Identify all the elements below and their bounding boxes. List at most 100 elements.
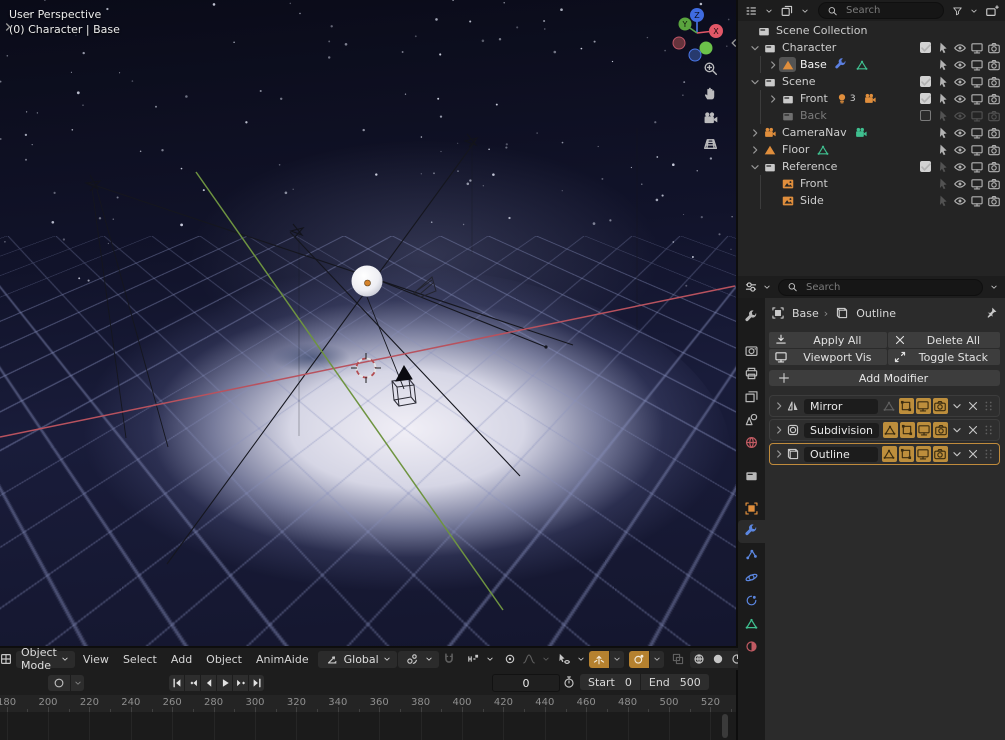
new-collection-icon[interactable] <box>983 2 1001 19</box>
gizmo-neg-y-axis[interactable] <box>700 42 713 55</box>
toggle-monitor[interactable] <box>968 109 985 123</box>
toggle-monitor[interactable] <box>968 160 985 174</box>
toggle-eye[interactable] <box>951 75 968 89</box>
modifier-delete-button[interactable] <box>966 399 980 413</box>
outliner-search[interactable] <box>818 2 944 19</box>
toggle-eye[interactable] <box>951 160 968 174</box>
toggle-select[interactable] <box>934 75 951 89</box>
modifier-name-field[interactable]: Subdivision <box>804 423 879 438</box>
outliner-row-character[interactable]: Character <box>738 39 1005 56</box>
jump-start-button[interactable] <box>169 675 184 691</box>
expander-open[interactable] <box>748 160 761 174</box>
sphere-object[interactable] <box>352 266 383 297</box>
outliner-row-floor[interactable]: Floor <box>738 141 1005 158</box>
nav-camera-view-button[interactable] <box>702 110 719 127</box>
toggle-camera[interactable] <box>985 58 1002 72</box>
toggle-render[interactable] <box>933 446 948 462</box>
toggle-camera[interactable] <box>985 143 1002 157</box>
outliner-row-side[interactable]: Side <box>738 192 1005 209</box>
modifier-delete-button[interactable] <box>966 447 980 461</box>
drag-handle-icon[interactable] <box>982 399 996 413</box>
properties-tab-particles[interactable] <box>738 543 765 566</box>
properties-tab-render[interactable] <box>738 339 765 362</box>
nav-toggle-ortho-button[interactable] <box>702 135 719 152</box>
toggle-monitor[interactable] <box>968 194 985 208</box>
empty-cube[interactable] <box>392 366 416 406</box>
editor-type-icon[interactable] <box>0 651 15 668</box>
delete-all-button[interactable]: Delete All <box>888 332 1000 348</box>
frame-start-field[interactable]: Start 0 <box>580 674 640 690</box>
timeline-scrollbar[interactable] <box>722 714 728 738</box>
toggle-monitor[interactable] <box>968 143 985 157</box>
overlays-dropdown[interactable] <box>650 651 664 668</box>
properties-tab-collection[interactable] <box>738 464 765 487</box>
toggle-select[interactable] <box>934 126 951 140</box>
outliner-row-scene[interactable]: Scene <box>738 73 1005 90</box>
viewport-3d[interactable]: User Perspective (0) Character | Base Z … <box>0 0 736 646</box>
collection-checkbox[interactable] <box>917 93 934 104</box>
nav-pan-button[interactable] <box>702 85 719 102</box>
properties-editor-type-icon[interactable] <box>742 279 760 296</box>
toggle-viewport[interactable] <box>917 422 932 438</box>
toggle-eye[interactable] <box>951 92 968 106</box>
keying-dropdown[interactable] <box>71 675 84 691</box>
shading-wireframe-button[interactable] <box>690 651 709 668</box>
proportional-edit-icon[interactable] <box>501 651 519 668</box>
collection-checkbox[interactable] <box>917 76 934 87</box>
breadcrumb-modifier[interactable]: Outline <box>856 307 896 320</box>
toggle-camera[interactable] <box>985 160 1002 174</box>
toggle-eye[interactable] <box>951 58 968 72</box>
toggle-render[interactable] <box>933 398 948 414</box>
gizmo-neg-z-axis[interactable] <box>689 49 701 61</box>
menu-select[interactable]: Select <box>116 651 164 668</box>
toggle-on-cage[interactable] <box>899 446 914 462</box>
xray-toggle[interactable] <box>669 651 687 668</box>
object-visibility-icon[interactable] <box>555 651 573 668</box>
toggle-camera[interactable] <box>985 109 1002 123</box>
outliner-row-back[interactable]: Back <box>738 107 1005 124</box>
modifier-extras-dropdown[interactable] <box>950 423 964 437</box>
properties-tab-view-layer[interactable] <box>738 385 765 408</box>
mode-dropdown[interactable]: Object Mode <box>16 651 75 668</box>
expander-closed[interactable] <box>766 92 779 106</box>
modifier-extras-dropdown[interactable] <box>950 399 964 413</box>
properties-tab-scene[interactable] <box>738 408 765 431</box>
toggle-edit-mode[interactable] <box>883 422 898 438</box>
nav-zoom-button[interactable] <box>702 60 719 77</box>
toggle-on-cage[interactable] <box>899 398 914 414</box>
outliner-search-input[interactable] <box>844 4 937 17</box>
expander-closed[interactable] <box>748 143 761 157</box>
apply-all-button[interactable]: Apply All <box>769 332 887 348</box>
modifier-name-field[interactable]: Outline <box>804 447 878 462</box>
expander-closed[interactable] <box>766 58 779 72</box>
toolbar-expand-icon[interactable] <box>1 20 15 34</box>
viewport-vis-button[interactable]: Viewport Vis <box>769 349 887 365</box>
play-button[interactable] <box>217 675 232 691</box>
expander-closed[interactable] <box>773 423 784 437</box>
toggle-edit-mode[interactable] <box>882 446 897 462</box>
toggle-viewport[interactable] <box>916 398 931 414</box>
properties-tab-world[interactable] <box>738 431 765 454</box>
filter-icon[interactable] <box>950 2 965 19</box>
modifier-row-mirror[interactable]: Mirror <box>769 395 1000 417</box>
outliner-row-scene-collection[interactable]: Scene Collection <box>738 22 1005 39</box>
jump-end-button[interactable] <box>249 675 264 691</box>
add-modifier-button[interactable]: Add Modifier <box>769 370 1000 386</box>
proportional-falloff-icon[interactable] <box>520 651 538 668</box>
toggle-viewport[interactable] <box>916 446 931 462</box>
outliner-row-cameranav[interactable]: CameraNav <box>738 124 1005 141</box>
expander-open[interactable] <box>748 41 761 55</box>
pivot-dropdown[interactable] <box>398 651 439 668</box>
toggle-camera[interactable] <box>985 41 1002 55</box>
expander-closed[interactable] <box>748 126 761 140</box>
properties-tab-constraints[interactable] <box>738 589 765 612</box>
drag-handle-icon[interactable] <box>982 423 996 437</box>
toggle-camera[interactable] <box>985 126 1002 140</box>
toggle-camera[interactable] <box>985 194 1002 208</box>
toggle-camera[interactable] <box>985 92 1002 106</box>
modifier-name-field[interactable]: Mirror <box>804 399 878 414</box>
menu-object[interactable]: Object <box>199 651 249 668</box>
timeline-tracks[interactable] <box>0 712 736 740</box>
gizmo-neg-x-axis[interactable] <box>673 37 685 49</box>
toggle-eye[interactable] <box>951 194 968 208</box>
